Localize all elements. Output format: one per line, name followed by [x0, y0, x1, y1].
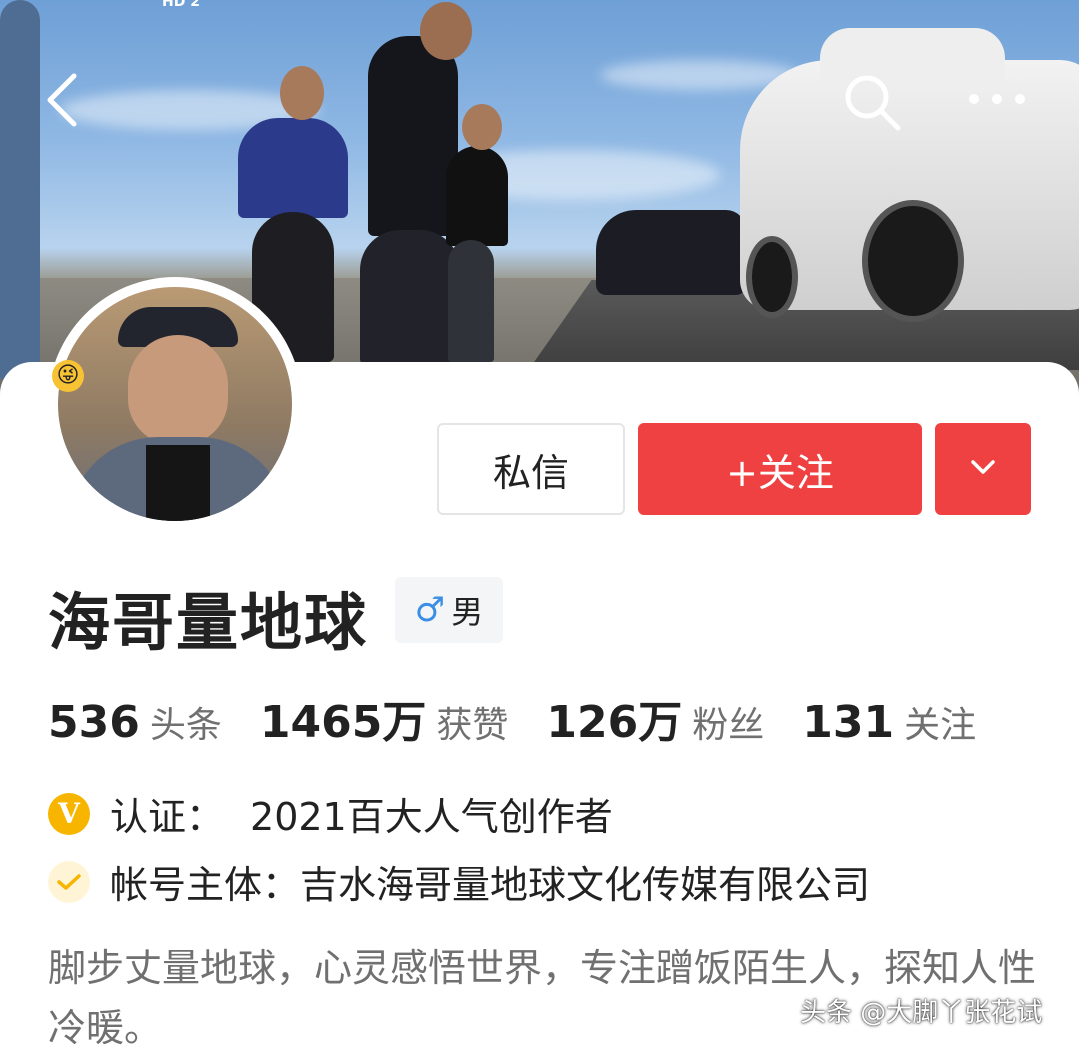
stat-likes[interactable]: 1465万 获赞	[260, 686, 508, 750]
account-entity-label: 帐号主体：	[110, 863, 301, 907]
back-icon[interactable]	[42, 70, 92, 130]
male-icon: ♂	[414, 590, 446, 630]
search-icon[interactable]	[842, 72, 902, 132]
status-bar: HD 2	[0, 0, 1079, 14]
follow-button[interactable]: +关注	[638, 423, 922, 515]
watermark: 头条 @大脚丫张花试	[800, 998, 1043, 1028]
verification-row: V 认证： 2021百大人气创作者	[48, 786, 613, 841]
stat-label: 获赞	[436, 705, 509, 746]
verification-value: 2021百大人气创作者	[250, 795, 613, 839]
account-entity-value: 吉水海哥量地球文化传媒有限公司	[300, 863, 871, 907]
stat-posts[interactable]: 536 头条	[48, 696, 222, 748]
gender-label: 男	[451, 593, 484, 631]
gender-badge: ♂ 男	[395, 577, 503, 643]
hd-indicator: HD 2	[162, 0, 200, 10]
checkmark-icon	[48, 860, 90, 903]
stat-label: 头条	[149, 705, 222, 746]
stat-followers[interactable]: 126万 粉丝	[546, 686, 764, 750]
avatar[interactable]	[48, 277, 302, 531]
chevron-down-icon	[970, 459, 996, 479]
stat-value: 536	[48, 697, 140, 748]
stats-row: 536 头条 1465万 获赞 126万 粉丝 131 关注	[48, 686, 1014, 750]
stat-label: 粉丝	[692, 705, 765, 746]
stat-label: 关注	[904, 705, 977, 746]
emoji-icon: 😜	[52, 360, 84, 392]
profile-name: 海哥量地球	[48, 586, 369, 659]
stat-value: 1465万	[259, 697, 427, 748]
verified-v-icon: V	[48, 792, 90, 835]
verification-label: 认证：	[110, 795, 225, 839]
account-entity-row[interactable]: 帐号主体： 吉水海哥量地球文化传媒有限公司	[48, 854, 870, 909]
message-button[interactable]: 私信	[437, 423, 625, 515]
follow-options-button[interactable]	[935, 423, 1031, 515]
more-icon[interactable]	[962, 84, 1032, 114]
stat-value: 126万	[546, 697, 683, 748]
stat-value: 131	[802, 697, 895, 748]
stat-following[interactable]: 131 关注	[802, 696, 976, 748]
